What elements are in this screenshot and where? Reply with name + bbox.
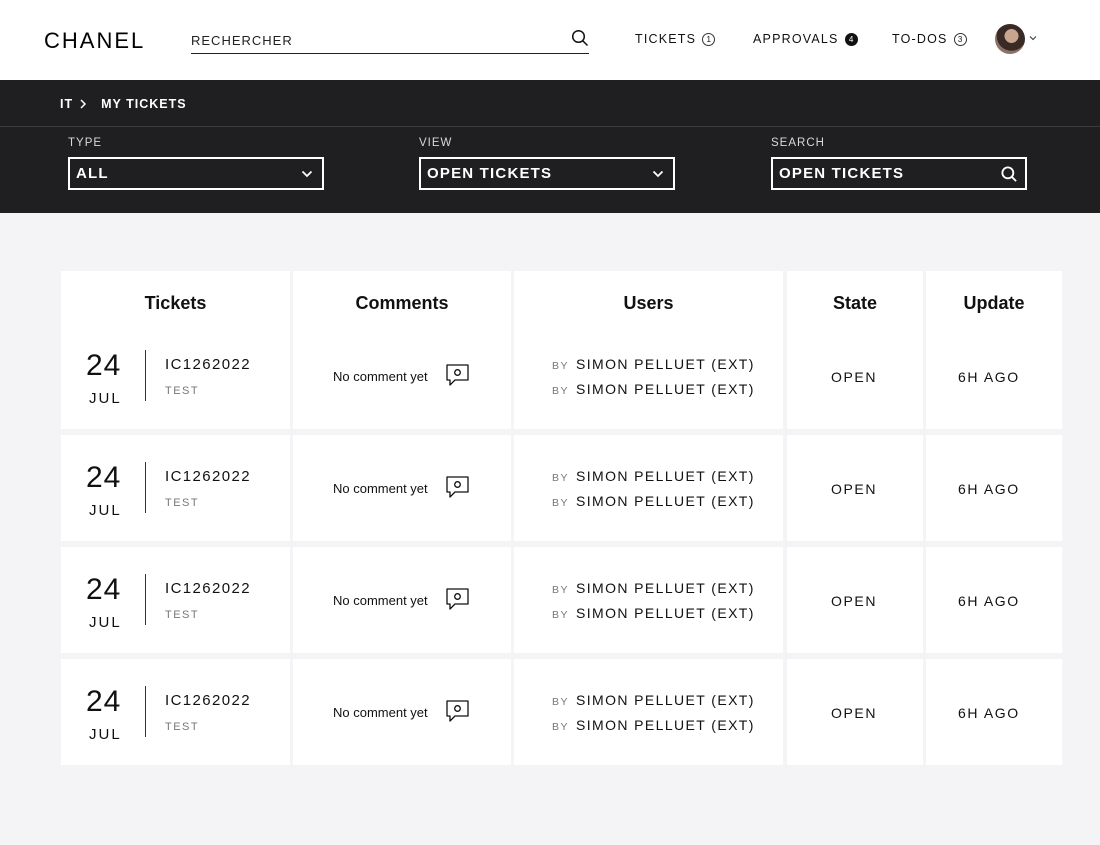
state-value: OPEN <box>831 481 878 497</box>
ticket-subtitle: TEST <box>165 385 200 397</box>
user-name[interactable]: SIMON PELLUET (EXT) <box>576 692 755 708</box>
by-label: BY <box>552 360 570 372</box>
comment-bubble-icon[interactable] <box>445 475 471 501</box>
user-name[interactable]: SIMON PELLUET (EXT) <box>576 717 755 733</box>
by-label: BY <box>552 497 570 509</box>
column-header-users: Users <box>514 271 783 335</box>
state-value: OPEN <box>831 369 878 385</box>
column-header-tickets: Tickets <box>61 271 290 335</box>
search-icon[interactable] <box>1001 166 1017 182</box>
nav-todos[interactable]: TO-DOS 3 <box>892 31 967 47</box>
update-value: 6H AGO <box>958 481 1020 497</box>
type-filter-label: TYPE <box>68 137 103 149</box>
ticket-date-month: JUL <box>89 726 122 743</box>
column-header-comments: Comments <box>293 271 511 335</box>
by-label: BY <box>552 696 570 708</box>
by-label: BY <box>552 609 570 621</box>
type-select[interactable]: ALL <box>68 157 324 190</box>
user-name[interactable]: SIMON PELLUET (EXT) <box>576 468 755 484</box>
ticket-subtitle: TEST <box>165 609 200 621</box>
ticket-date-day: 24 <box>86 461 122 494</box>
comment-bubble-icon[interactable] <box>445 699 471 725</box>
comment-status: No comment yet <box>333 705 428 720</box>
user-name[interactable]: SIMON PELLUET (EXT) <box>576 356 755 372</box>
chevron-right-icon <box>80 99 87 109</box>
user-name[interactable]: SIMON PELLUET (EXT) <box>576 580 755 596</box>
ticket-subtitle: TEST <box>165 497 200 509</box>
avatar[interactable] <box>995 24 1025 54</box>
view-select-value: OPEN TICKETS <box>427 165 553 182</box>
nav-approvals[interactable]: APPROVALS 4 <box>753 31 858 47</box>
ticket-subtitle: TEST <box>165 721 200 733</box>
comment-status: No comment yet <box>333 593 428 608</box>
ticket-id[interactable]: IC1262022 <box>165 580 251 597</box>
nav-todos-label: TO-DOS <box>892 32 948 46</box>
ticket-date-month: JUL <box>89 502 122 519</box>
brand-logo[interactable]: CHANEL <box>44 28 145 54</box>
breadcrumb: IT MY TICKETS <box>60 97 187 111</box>
table-cell <box>514 659 783 765</box>
ticket-date-month: JUL <box>89 614 122 631</box>
ticket-id[interactable]: IC1262022 <box>165 356 251 373</box>
ticket-id[interactable]: IC1262022 <box>165 468 251 485</box>
global-search <box>191 26 589 54</box>
by-label: BY <box>552 584 570 596</box>
user-name[interactable]: SIMON PELLUET (EXT) <box>576 605 755 621</box>
by-label: BY <box>552 385 570 397</box>
chevron-down-icon <box>652 170 664 178</box>
breadcrumb-my-tickets: MY TICKETS <box>101 97 187 111</box>
divider <box>0 126 1100 127</box>
global-search-input[interactable] <box>191 30 551 50</box>
table-cell <box>514 435 783 541</box>
date-divider <box>145 686 146 737</box>
view-filter-label: VIEW <box>419 137 453 149</box>
nav-tickets-label: TICKETS <box>635 32 697 46</box>
nav-approvals-label: APPROVALS <box>753 32 839 46</box>
date-divider <box>145 350 146 401</box>
ticket-date-day: 24 <box>86 685 122 718</box>
comment-bubble-icon[interactable] <box>445 363 471 389</box>
update-value: 6H AGO <box>958 593 1020 609</box>
ticket-date-month: JUL <box>89 390 122 407</box>
chevron-down-icon <box>301 170 313 178</box>
nav-tickets-badge: 1 <box>702 32 716 46</box>
breadcrumb-it[interactable]: IT <box>60 97 73 111</box>
comment-status: No comment yet <box>333 369 428 384</box>
date-divider <box>145 462 146 513</box>
table-cell <box>514 547 783 653</box>
filter-bar: IT MY TICKETS TYPE ALL VIEW OPEN TICKETS… <box>0 80 1100 213</box>
column-header-update: Update <box>926 271 1062 335</box>
ticket-search-field[interactable]: OPEN TICKETS <box>771 157 1027 190</box>
ticket-date-day: 24 <box>86 349 122 382</box>
update-value: 6H AGO <box>958 705 1020 721</box>
ticket-id[interactable]: IC1262022 <box>165 692 251 709</box>
chevron-down-icon[interactable] <box>1028 33 1038 43</box>
nav-approvals-badge: 4 <box>844 32 858 46</box>
view-select[interactable]: OPEN TICKETS <box>419 157 675 190</box>
comment-bubble-icon[interactable] <box>445 587 471 613</box>
user-name[interactable]: SIMON PELLUET (EXT) <box>576 493 755 509</box>
state-value: OPEN <box>831 593 878 609</box>
type-select-value: ALL <box>76 165 109 182</box>
top-header: CHANEL TICKETS 1 APPROVALS 4 TO-DOS 3 <box>0 0 1100 80</box>
search-filter-label: SEARCH <box>771 137 825 149</box>
search-icon[interactable] <box>571 29 589 47</box>
ticket-date-day: 24 <box>86 573 122 606</box>
nav-tickets[interactable]: TICKETS 1 <box>635 31 716 47</box>
state-value: OPEN <box>831 705 878 721</box>
date-divider <box>145 574 146 625</box>
nav-todos-badge: 3 <box>953 32 967 46</box>
update-value: 6H AGO <box>958 369 1020 385</box>
by-label: BY <box>552 721 570 733</box>
column-header-state: State <box>787 271 923 335</box>
ticket-search-value: OPEN TICKETS <box>779 165 905 182</box>
comment-status: No comment yet <box>333 481 428 496</box>
by-label: BY <box>552 472 570 484</box>
user-name[interactable]: SIMON PELLUET (EXT) <box>576 381 755 397</box>
